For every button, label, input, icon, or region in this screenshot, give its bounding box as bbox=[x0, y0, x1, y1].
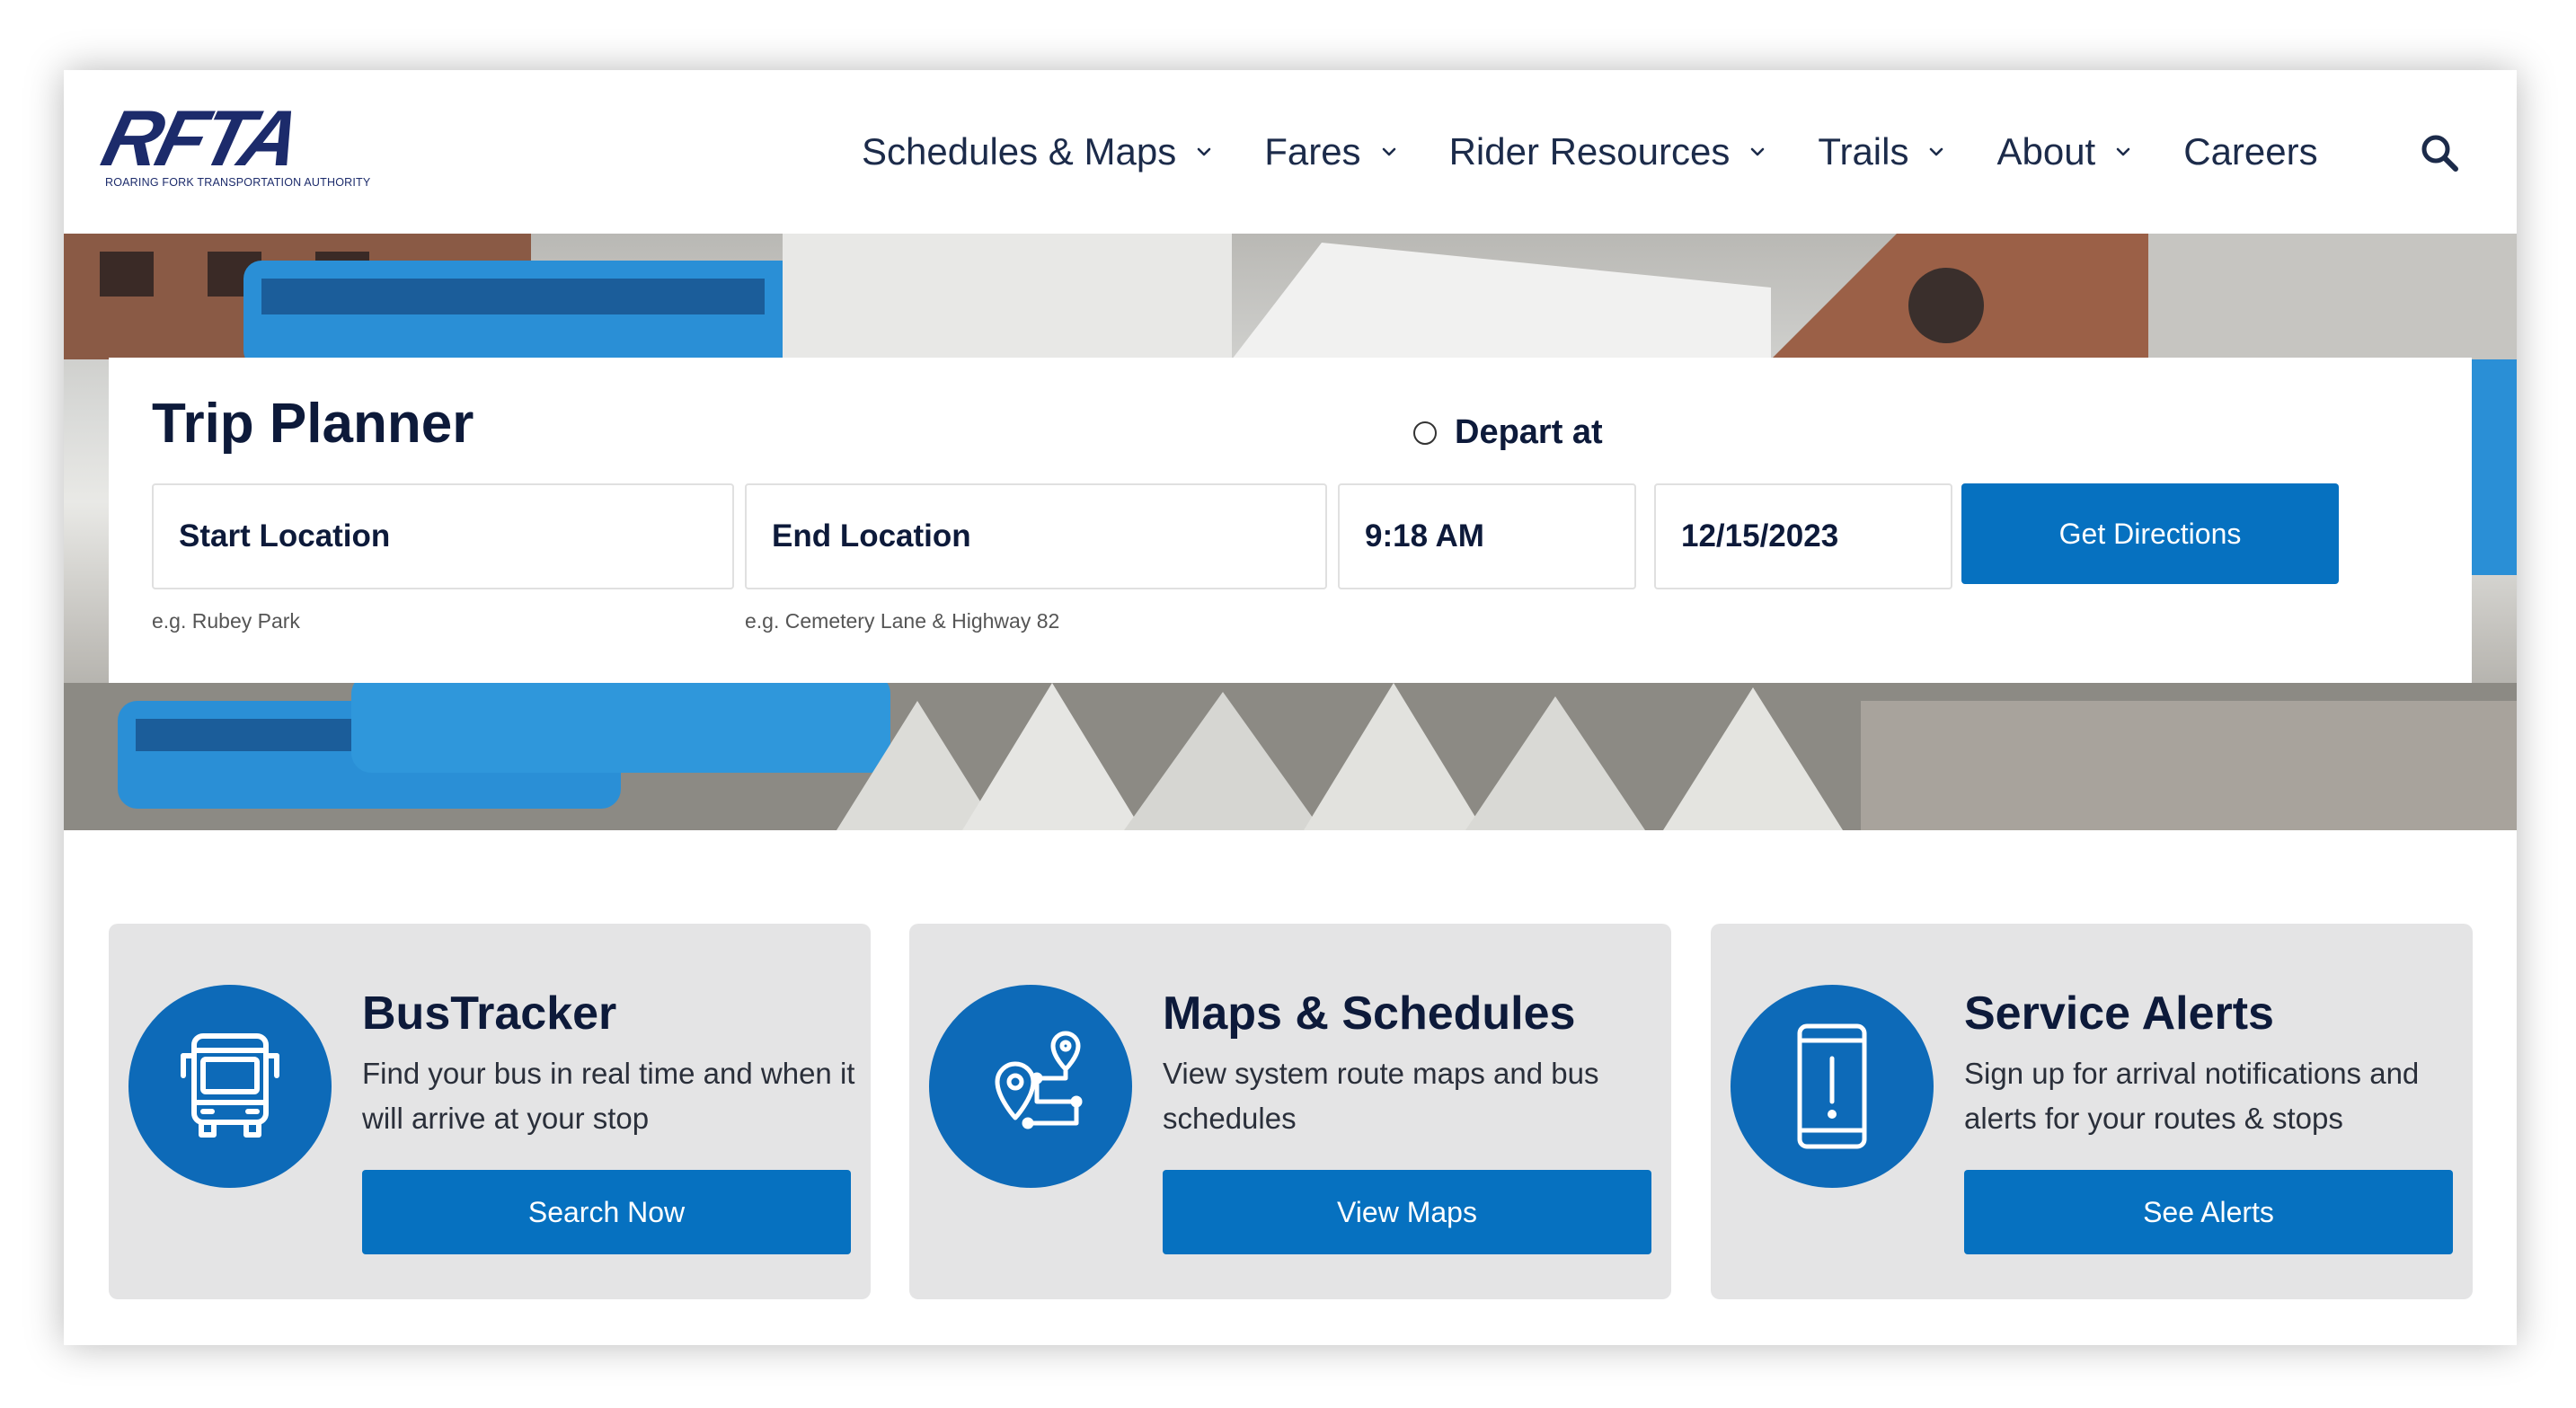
chevron-down-icon bbox=[1197, 147, 1211, 156]
start-location-input[interactable]: Start Location bbox=[152, 483, 734, 589]
nav-item-rider-resources[interactable]: Rider Resources bbox=[1449, 130, 1766, 173]
date-input[interactable]: 12/15/2023 bbox=[1654, 483, 1952, 589]
chevron-down-icon bbox=[1930, 147, 1943, 156]
phone-alert-icon-circle bbox=[1731, 985, 1934, 1188]
phone-alert-icon bbox=[1797, 1023, 1867, 1149]
button-label: See Alerts bbox=[2143, 1195, 2274, 1228]
nav-item-label: Rider Resources bbox=[1448, 130, 1731, 173]
start-location-text: Start Location bbox=[179, 518, 391, 553]
nav-item-label: About bbox=[1996, 130, 2096, 173]
nav-item-trails[interactable]: Trails bbox=[1818, 130, 1944, 173]
date-value: 12/15/2023 bbox=[1681, 518, 1839, 553]
logo-wordmark: RFTA bbox=[93, 93, 307, 182]
card-title: BusTracker bbox=[362, 987, 617, 1040]
rfta-logo[interactable]: RFTA ROARING FORK TRANSPORTATION AUTHORI… bbox=[94, 93, 384, 192]
nav-item-about[interactable]: About bbox=[1996, 130, 2131, 173]
get-directions-label: Get Directions bbox=[2058, 517, 2242, 550]
bustracker-card: BusTracker Find your bus in real time an… bbox=[109, 924, 871, 1299]
route-map-icon bbox=[995, 1031, 1083, 1129]
page: RFTA ROARING FORK TRANSPORTATION AUTHORI… bbox=[64, 70, 2517, 1345]
card-description: Sign up for arrival notifications and al… bbox=[1964, 1057, 2420, 1135]
search-icon[interactable] bbox=[2418, 131, 2461, 174]
time-value: 9:18 AM bbox=[1365, 518, 1484, 553]
nav-item-label: Trails bbox=[1818, 130, 1909, 173]
chevron-down-icon bbox=[1751, 147, 1765, 156]
depart-at-option[interactable]: Depart at bbox=[1413, 413, 1603, 452]
bus-icon bbox=[181, 1033, 279, 1138]
main-nav: Schedules & Maps Fares Rider Resources T… bbox=[862, 70, 2370, 234]
view-maps-button[interactable]: View Maps bbox=[1163, 1170, 1651, 1254]
trip-planner-panel: Trip Planner Depart at Start Location e.… bbox=[109, 358, 2472, 683]
card-description: View system route maps and bus schedules bbox=[1163, 1057, 1599, 1135]
start-location-hint: e.g. Rubey Park bbox=[152, 609, 300, 633]
button-label: Search Now bbox=[527, 1195, 686, 1228]
nav-item-careers[interactable]: Careers bbox=[2183, 130, 2317, 173]
search-now-button[interactable]: Search Now bbox=[362, 1170, 851, 1254]
end-location-input[interactable]: End Location bbox=[745, 483, 1327, 589]
site-header: RFTA ROARING FORK TRANSPORTATION AUTHORI… bbox=[64, 70, 2517, 234]
bus-icon-circle bbox=[128, 985, 332, 1188]
time-input[interactable]: 9:18 AM bbox=[1338, 483, 1636, 589]
chevron-down-icon bbox=[2116, 147, 2130, 156]
hero-banner: Trip Planner Depart at Start Location e.… bbox=[64, 234, 2517, 830]
maps-schedules-card: Maps & Schedules View system route maps … bbox=[909, 924, 1671, 1299]
get-directions-button[interactable]: Get Directions bbox=[1961, 483, 2339, 584]
card-description: Find your bus in real time and when it w… bbox=[362, 1057, 855, 1135]
button-label: View Maps bbox=[1337, 1195, 1477, 1228]
trip-planner-title: Trip Planner bbox=[152, 393, 474, 455]
service-alerts-card: Service Alerts Sign up for arrival notif… bbox=[1711, 924, 2473, 1299]
depart-at-label: Depart at bbox=[1455, 413, 1603, 451]
route-map-icon-circle bbox=[929, 985, 1132, 1188]
nav-item-schedules-maps[interactable]: Schedules & Maps bbox=[862, 130, 1212, 173]
end-location-hint: e.g. Cemetery Lane & Highway 82 bbox=[745, 609, 1060, 633]
see-alerts-button[interactable]: See Alerts bbox=[1964, 1170, 2453, 1254]
card-title: Maps & Schedules bbox=[1163, 987, 1576, 1040]
logo-subtitle: ROARING FORK TRANSPORTATION AUTHORITY bbox=[105, 176, 371, 189]
card-title: Service Alerts bbox=[1964, 987, 2274, 1040]
nav-item-fares[interactable]: Fares bbox=[1264, 130, 1396, 173]
nav-item-label: Fares bbox=[1264, 130, 1361, 173]
radio-button[interactable] bbox=[1413, 421, 1437, 445]
chevron-down-icon bbox=[1382, 147, 1395, 156]
nav-item-label: Careers bbox=[2183, 130, 2318, 173]
end-location-text: End Location bbox=[772, 518, 971, 553]
nav-item-label: Schedules & Maps bbox=[862, 130, 1177, 173]
